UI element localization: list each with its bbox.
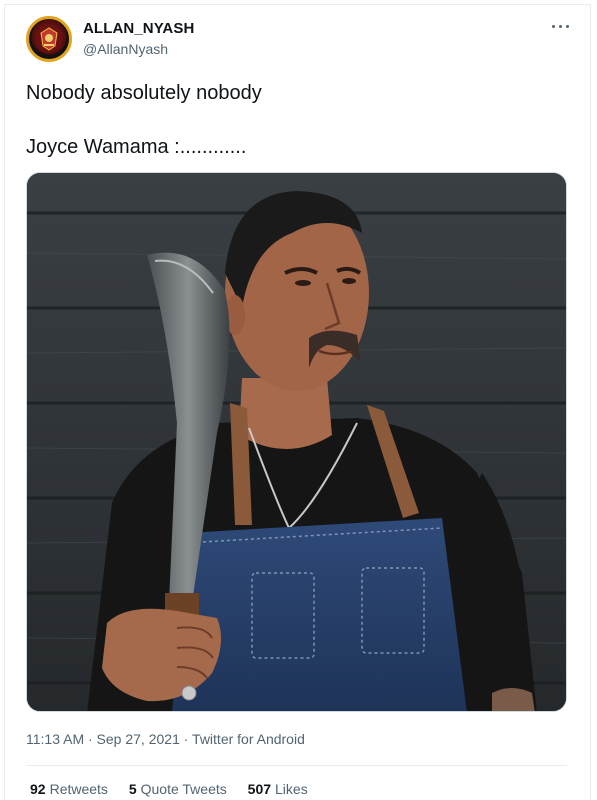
avatar-crest-icon [35,25,63,53]
tweet-photo[interactable] [26,172,567,712]
tweet-header: ALLAN_NYASH @AllanNyash [26,16,576,64]
likes-stat[interactable]: 507 Likes [248,781,308,797]
quotes-label: Quote Tweets [140,781,227,797]
user-handle[interactable]: @AllanNyash [83,41,168,57]
quotes-count: 5 [128,781,137,797]
likes-count: 507 [247,781,272,797]
quote-tweets-stat[interactable]: 5 Quote Tweets [129,781,227,797]
more-horizontal-icon[interactable] [550,20,572,34]
avatar[interactable] [26,16,72,62]
tweet-text: Nobody absolutely nobody Joyce Wamama :.… [26,80,566,161]
tweet-page: ALLAN_NYASH @AllanNyash Nobody absolutel… [0,0,597,800]
tweet-timestamp[interactable]: 11:13 AM · Sep 27, 2021 · Twitter for An… [26,731,305,747]
tweet-text-line: Joyce Wamama :............ [26,136,247,158]
tweet-text-line: Nobody absolutely nobody [26,82,262,104]
display-name[interactable]: ALLAN_NYASH [83,20,194,37]
retweets-count: 92 [30,781,46,797]
retweets-stat[interactable]: 92 Retweets [30,781,108,797]
tweet-stats: 92 Retweets 5 Quote Tweets 507 Likes [30,781,325,797]
likes-label: Likes [275,781,308,797]
photo-man-with-machete [27,173,566,711]
stats-divider [26,765,567,766]
tweet-text-gap [26,107,566,134]
retweets-label: Retweets [49,781,108,797]
